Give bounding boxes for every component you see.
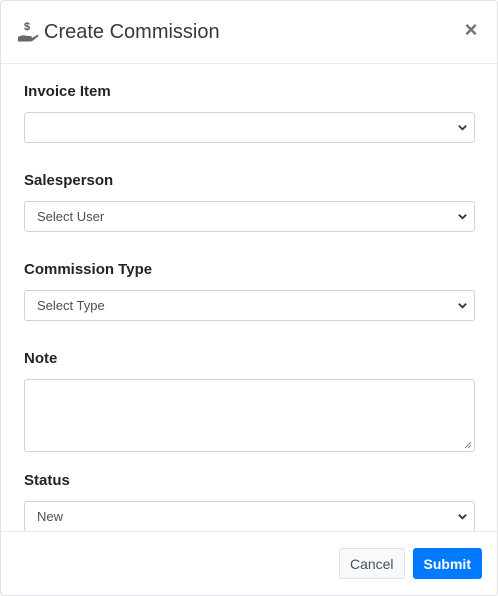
salesperson-label: Salesperson (24, 172, 114, 189)
salesperson-select[interactable]: Select User (24, 201, 475, 232)
commission-type-select[interactable]: Select Type (24, 290, 475, 321)
modal-header: $ Create Commission × (1, 1, 497, 64)
resize-handle-icon[interactable] (464, 441, 472, 449)
invoice-item-label: Invoice Item (24, 83, 111, 100)
commission-type-group: Commission Type Select Type (24, 260, 475, 321)
status-group: Status New (24, 471, 475, 532)
salesperson-group: Salesperson Select User (24, 171, 475, 232)
chevron-down-icon (458, 214, 467, 220)
invoice-item-select[interactable] (24, 112, 475, 143)
commission-type-value: Select Type (37, 298, 105, 313)
modal-title: $ Create Commission (16, 20, 220, 44)
status-label: Status (24, 472, 70, 489)
salesperson-value: Select User (37, 209, 105, 224)
hand-dollar-icon: $ (16, 20, 40, 44)
invoice-item-group: Invoice Item (24, 82, 475, 143)
svg-text:$: $ (24, 21, 30, 33)
chevron-down-icon (458, 303, 467, 309)
chevron-down-icon (458, 125, 467, 131)
note-group: Note (24, 349, 475, 452)
submit-button[interactable]: Submit (412, 548, 482, 579)
note-textarea[interactable] (24, 379, 475, 452)
modal-body: Invoice Item Salesperson Select User Com… (1, 64, 497, 532)
modal-title-text: Create Commission (44, 20, 220, 43)
create-commission-modal: $ Create Commission × Invoice Item Sales… (0, 0, 498, 596)
status-select[interactable]: New (24, 501, 475, 532)
status-value: New (37, 509, 64, 524)
close-icon[interactable]: × (460, 19, 482, 41)
cancel-button[interactable]: Cancel (338, 548, 405, 579)
note-label: Note (24, 350, 58, 367)
commission-type-label: Commission Type (24, 261, 153, 278)
chevron-down-icon (458, 514, 467, 520)
modal-footer: Cancel Submit (1, 531, 497, 595)
